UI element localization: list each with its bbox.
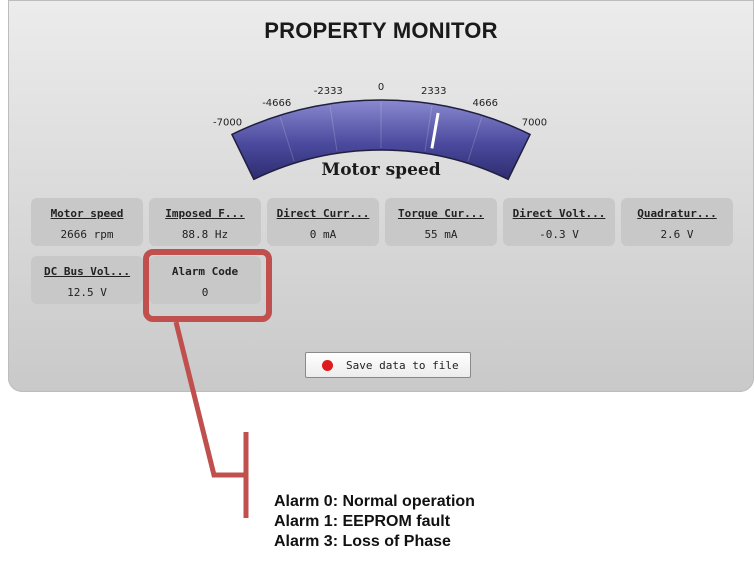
alarm-legend: Alarm 0: Normal operation Alarm 1: EEPRO…: [274, 492, 475, 552]
alarm-legend-line: Alarm 0: Normal operation: [274, 493, 475, 510]
alarm-code-highlight: [143, 249, 272, 322]
annotation-connector: [173, 321, 249, 518]
alarm-legend-line: Alarm 1: EEPROM fault: [274, 513, 451, 530]
alarm-legend-line: Alarm 3: Loss of Phase: [274, 533, 451, 550]
screen: PROPERTY MONITOR -7000 -4666 -2333 0 2333 466…: [0, 0, 754, 571]
